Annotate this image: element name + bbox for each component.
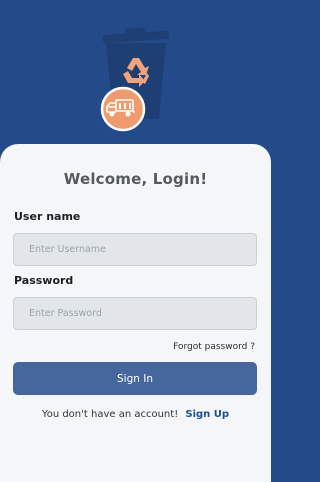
- password-label: Password: [14, 274, 74, 287]
- recycle-bin-truck-icon: [100, 27, 170, 132]
- signup-prompt: You don't have an account! Sign Up: [0, 409, 271, 420]
- forgot-password-link[interactable]: Forgot password ?: [173, 342, 255, 352]
- password-input[interactable]: [13, 297, 257, 330]
- username-label: User name: [14, 210, 81, 223]
- no-account-text: You don't have an account!: [41, 409, 179, 420]
- page-title: Welcome, Login!: [63, 170, 208, 188]
- header-banner: [0, 0, 271, 160]
- sign-up-link[interactable]: Sign Up: [185, 409, 229, 420]
- username-input[interactable]: [13, 233, 257, 266]
- sign-in-button[interactable]: Sign In: [13, 362, 257, 395]
